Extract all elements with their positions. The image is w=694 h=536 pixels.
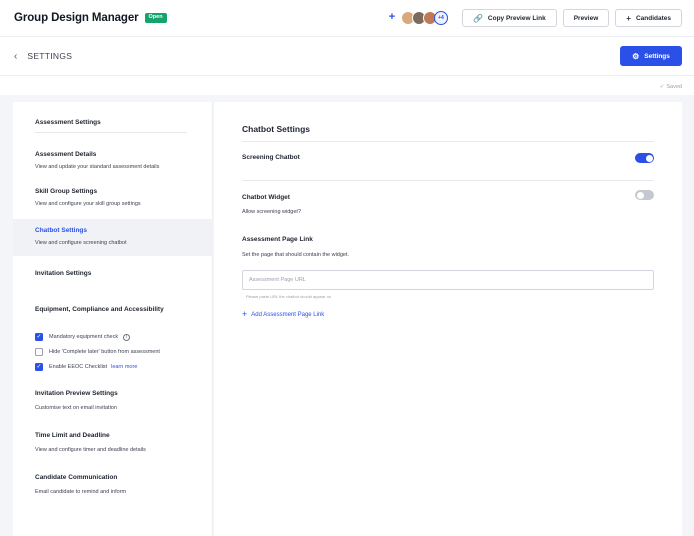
add-candidates-button[interactable]: + Candidates: [615, 9, 682, 27]
checkbox-checked[interactable]: ✓: [35, 333, 43, 341]
sidebar-item-title: Invitation Preview Settings: [35, 390, 118, 397]
info-icon[interactable]: i: [123, 333, 131, 341]
sidebar-item-equipment-compliance[interactable]: Equipment, Compliance and Accessibility: [13, 298, 213, 322]
gear-icon: ⚙: [632, 51, 640, 61]
page-title: SETTINGS: [27, 51, 73, 61]
sidebar-item-candidate-communication[interactable]: Candidate Communication Email candidate …: [13, 466, 213, 500]
divider: [242, 180, 654, 181]
hide-complete-later-check[interactable]: Hide 'Complete later' button from assess…: [35, 348, 160, 356]
sidebar-item-chatbot-settings[interactable]: Chatbot Settings View and configure scre…: [13, 219, 213, 256]
check-label: Mandatory equipment check: [49, 334, 119, 340]
status-badge: Open: [144, 13, 167, 23]
toggle-knob: [636, 191, 644, 199]
chevron-left-icon[interactable]: ‹: [14, 51, 17, 62]
page-link-desc: Set the page that should contain the wid…: [242, 252, 350, 258]
sidebar-item-desc: View and configure timer and deadline de…: [35, 447, 146, 453]
sidebar-item-title: Equipment, Compliance and Accessibility: [35, 306, 164, 313]
check-icon: ✓: [659, 84, 665, 90]
sidebar-item-desc: Email candidate to remind and inform: [35, 489, 127, 495]
top-actions: + +4 🔗 Copy Preview Link Preview + Candi…: [385, 9, 682, 27]
chatbot-widget-label: Chatbot Widget: [242, 194, 290, 201]
toggle-knob: [645, 154, 653, 162]
sidebar-item-desc: Customise text on email invitation: [35, 405, 117, 411]
divider: [242, 141, 654, 142]
top-bar: Group Design Manager Open + +4 🔗 Copy Pr…: [0, 0, 694, 36]
sidebar-item-assessment-details[interactable]: Assessment Details View and update your …: [13, 142, 213, 176]
chatbot-widget-toggle[interactable]: [635, 190, 654, 200]
screening-chatbot-toggle[interactable]: [635, 153, 654, 163]
settings-button[interactable]: ⚙ Settings: [620, 46, 682, 66]
sidebar-item-title: Assessment Details: [35, 151, 97, 158]
sidebar-item-title: Skill Group Settings: [35, 188, 98, 195]
check-label: Enable EEOC Checklist: [49, 364, 108, 370]
settings-button-label: Settings: [644, 52, 670, 60]
sidebar-item-time-limit[interactable]: Time Limit and Deadline View and configu…: [13, 424, 213, 458]
preview-label: Preview: [573, 14, 599, 22]
mandatory-equipment-check[interactable]: ✓ Mandatory equipment check i: [35, 333, 131, 341]
preview-button[interactable]: Preview: [562, 9, 610, 27]
screening-chatbot-label: Screening Chatbot: [242, 154, 300, 161]
enable-eeoc-check[interactable]: ✓ Enable EEOC Checklist learn more: [35, 363, 137, 371]
sidebar-heading: Assessment Settings: [35, 119, 101, 126]
avatar-group[interactable]: +4: [400, 11, 448, 25]
checkbox-checked[interactable]: ✓: [35, 363, 43, 371]
add-collaborator-icon[interactable]: +: [385, 11, 399, 25]
sidebar-item-title: Invitation Settings: [35, 270, 92, 277]
sidebar-item-desc: View and configure your skill group sett…: [35, 201, 141, 207]
save-status-label: Saved: [666, 84, 682, 90]
candidates-label: Candidates: [635, 14, 671, 22]
add-link-label: Add Assessment Page Link: [251, 311, 325, 318]
sidebar-item-invitation-preview[interactable]: Invitation Preview Settings Customise te…: [13, 382, 213, 416]
copy-preview-link-button[interactable]: 🔗 Copy Preview Link: [461, 9, 557, 27]
copy-preview-link-label: Copy Preview Link: [487, 14, 546, 22]
check-label: Hide 'Complete later' button from assess…: [49, 349, 160, 355]
save-status: ✓ Saved: [660, 84, 682, 90]
url-hint: Please paste URL the chatbot should appe…: [246, 294, 332, 299]
chatbot-settings-panel: Chatbot Settings Screening Chatbot Chatb…: [214, 102, 682, 536]
sub-header: ‹ SETTINGS ⚙ Settings: [0, 36, 694, 76]
divider: [35, 132, 187, 133]
add-assessment-page-link-button[interactable]: + Add Assessment Page Link: [242, 310, 324, 319]
checkbox-unchecked[interactable]: [35, 348, 43, 356]
learn-more-link[interactable]: learn more: [111, 364, 137, 370]
app-title: Group Design Manager: [14, 12, 139, 24]
sidebar-item-desc: View and update your standard assessment…: [35, 164, 160, 170]
sidebar-item-title: Candidate Communication: [35, 474, 118, 481]
chatbot-widget-desc: Allow screening widget?: [242, 209, 302, 215]
sidebar-item-invitation-settings[interactable]: Invitation Settings: [13, 262, 213, 286]
section-title: Chatbot Settings: [242, 124, 310, 134]
avatar-more: +4: [433, 11, 448, 25]
link-icon: 🔗: [472, 13, 483, 23]
plus-icon: +: [626, 13, 631, 23]
plus-icon: +: [242, 309, 248, 319]
sidebar-item-title: Time Limit and Deadline: [35, 432, 110, 439]
sidebar-item-title: Chatbot Settings: [35, 227, 87, 234]
assessment-page-url-input[interactable]: [242, 270, 654, 290]
page-link-label: Assessment Page Link: [242, 236, 313, 243]
settings-sidebar: Assessment Settings Assessment Details V…: [13, 102, 213, 536]
sidebar-item-skill-group-settings[interactable]: Skill Group Settings View and configure …: [13, 180, 213, 214]
sidebar-item-desc: View and configure screening chatbot: [35, 240, 127, 246]
